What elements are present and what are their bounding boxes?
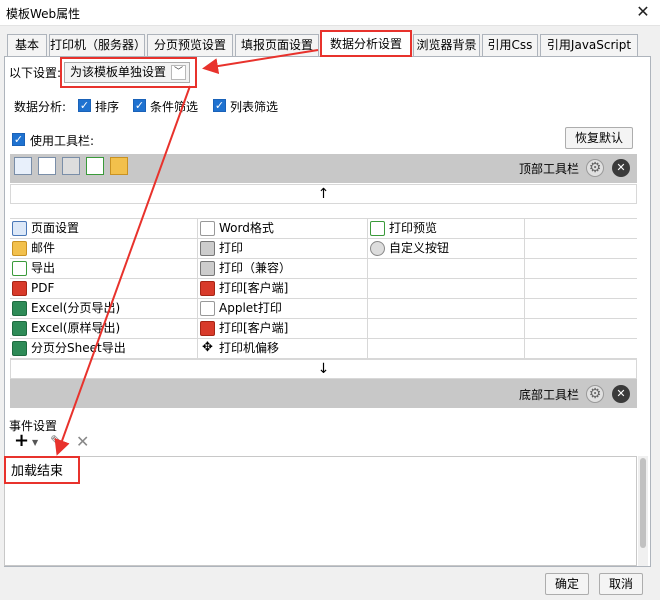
arrow-to-select (202, 49, 319, 74)
arrow-to-event (54, 85, 191, 456)
annotation-arrows (54, 49, 319, 456)
tab-data-analysis[interactable]: 数据分析设置 (320, 30, 412, 57)
